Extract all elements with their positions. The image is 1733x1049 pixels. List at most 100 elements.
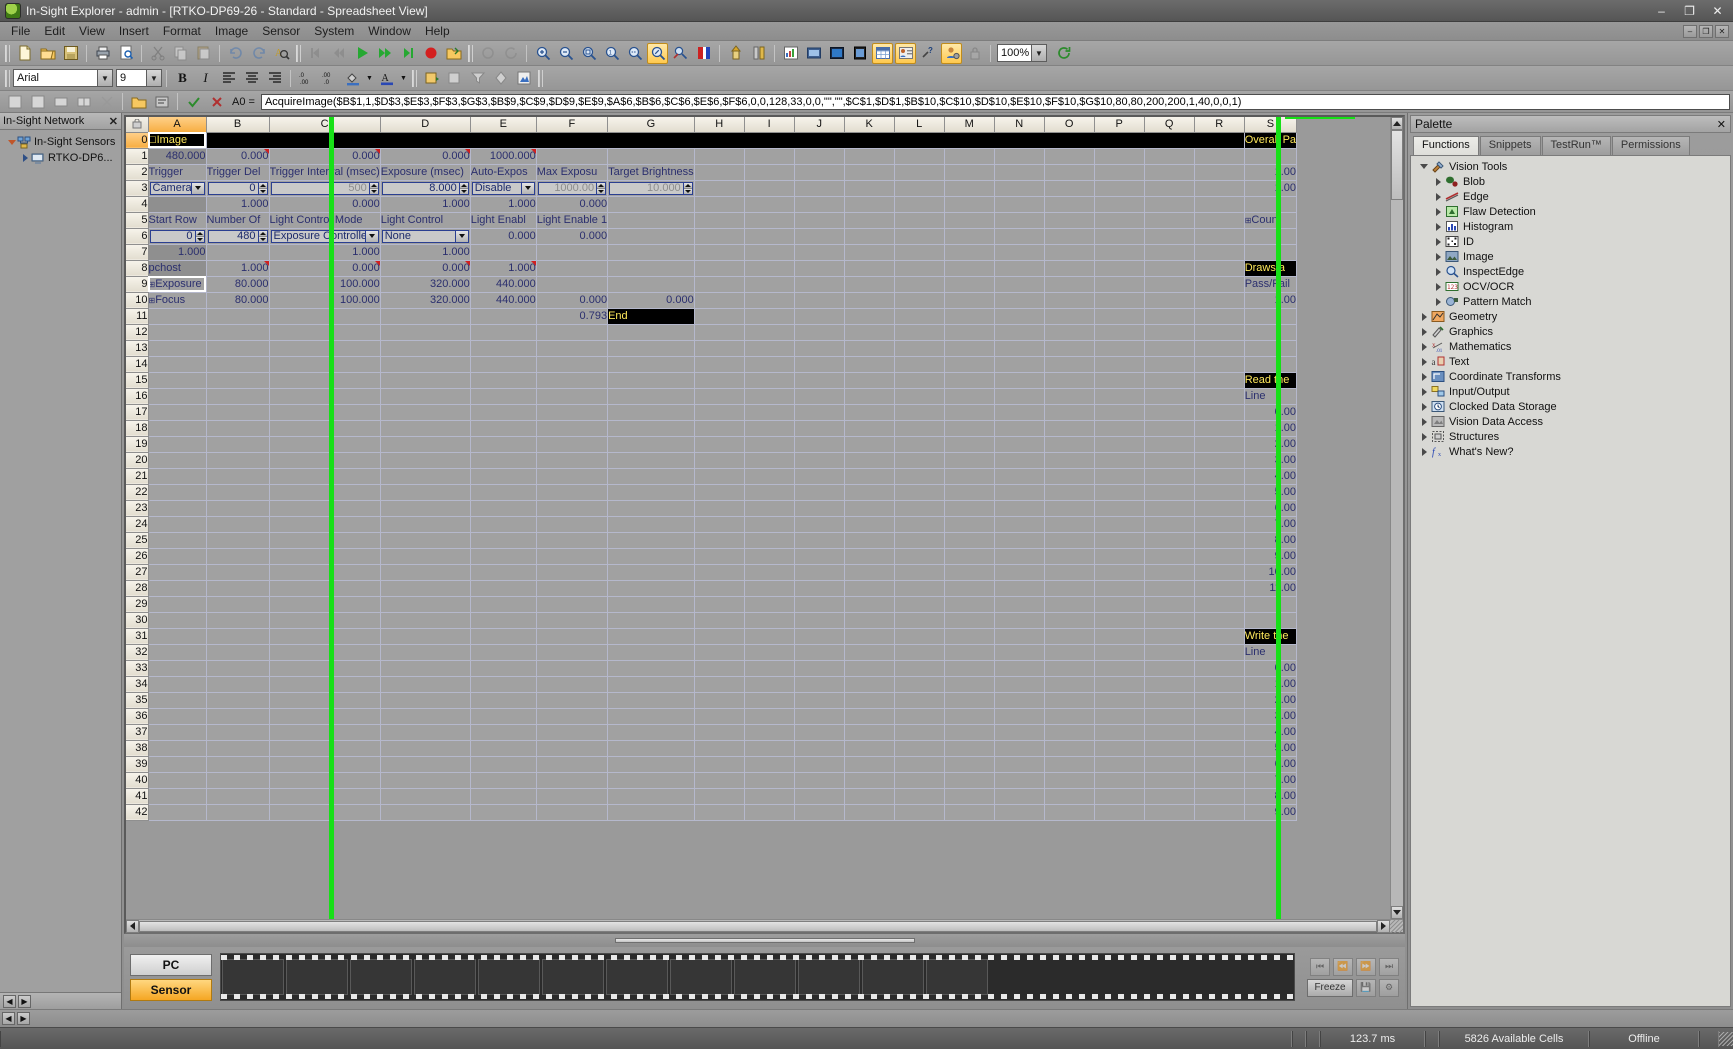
row-header-41[interactable]: 41 bbox=[126, 788, 149, 805]
grid-viewport[interactable]: A B C D E F G H I J K L M N O P Q R S 0 ☐Image Overall Pa 1 480… bbox=[126, 117, 1390, 919]
cell-q36[interactable] bbox=[1144, 708, 1195, 725]
cell-g4[interactable] bbox=[607, 196, 695, 213]
zoom-region-icon[interactable] bbox=[624, 43, 645, 64]
cell-b2[interactable]: Trigger Del bbox=[206, 164, 270, 181]
cell-o14[interactable] bbox=[1044, 356, 1095, 373]
cell-p32[interactable] bbox=[1094, 644, 1145, 661]
column-header-n[interactable]: N bbox=[994, 117, 1045, 133]
cell-e37[interactable] bbox=[470, 724, 537, 741]
table-row[interactable]: 32 Line bbox=[126, 644, 1298, 661]
cell-o39[interactable] bbox=[1044, 756, 1095, 773]
cell-p9[interactable] bbox=[1094, 276, 1145, 293]
cell-q33[interactable] bbox=[1144, 660, 1195, 677]
cell-o41[interactable] bbox=[1044, 788, 1095, 805]
cell-f21[interactable] bbox=[536, 468, 609, 485]
table-row[interactable]: 23 6.00 bbox=[126, 500, 1298, 517]
table-row[interactable]: 26 9.00 bbox=[126, 548, 1298, 565]
cell-a24[interactable] bbox=[148, 516, 207, 533]
cell-h33[interactable] bbox=[694, 660, 745, 677]
cell-p37[interactable] bbox=[1094, 724, 1145, 741]
table-row[interactable]: 10 ⊞Focus 80.000 100.000 320.000 440.000 0.000… bbox=[126, 292, 1298, 309]
cell-e20[interactable] bbox=[470, 452, 537, 469]
redo-icon[interactable] bbox=[248, 43, 269, 64]
print-icon[interactable] bbox=[92, 43, 113, 64]
cell-h35[interactable] bbox=[694, 692, 745, 709]
table-row[interactable]: 31 Write the bbox=[126, 628, 1298, 645]
cell-d12[interactable] bbox=[380, 324, 471, 341]
cell-r9[interactable] bbox=[1194, 276, 1245, 293]
cell-c1[interactable]: 0.000 bbox=[269, 148, 381, 165]
cell-n19[interactable] bbox=[994, 436, 1045, 453]
chevron-right-icon[interactable] bbox=[1417, 372, 1431, 381]
row-header-20[interactable]: 20 bbox=[126, 452, 149, 469]
cell-j4[interactable] bbox=[794, 196, 845, 213]
cell-i8[interactable] bbox=[744, 260, 795, 277]
cell-r18[interactable] bbox=[1194, 420, 1245, 437]
cell-q14[interactable] bbox=[1144, 356, 1195, 373]
cell-o26[interactable] bbox=[1044, 548, 1095, 565]
cell-e4[interactable]: 1.000 bbox=[470, 196, 537, 213]
cell-i27[interactable] bbox=[744, 564, 795, 581]
cell-o1[interactable] bbox=[1044, 148, 1095, 165]
cell-g12[interactable] bbox=[607, 324, 695, 341]
chevron-right-icon[interactable] bbox=[1431, 252, 1445, 261]
cell-c12[interactable] bbox=[269, 324, 381, 341]
filmstrip-track[interactable] bbox=[220, 953, 1295, 1001]
cell-i25[interactable] bbox=[744, 532, 795, 549]
row-header-4[interactable]: 4 bbox=[126, 196, 149, 213]
cell-a28[interactable] bbox=[148, 580, 207, 597]
cell-a14[interactable] bbox=[148, 356, 207, 373]
document-minimize-button[interactable]: – bbox=[1683, 24, 1697, 38]
cell-s24[interactable]: 7.00 bbox=[1244, 516, 1298, 533]
cell-l1[interactable] bbox=[894, 148, 945, 165]
cell-l33[interactable] bbox=[894, 660, 945, 677]
menu-item-view[interactable]: View bbox=[72, 22, 112, 40]
cell-d33[interactable] bbox=[380, 660, 471, 677]
cell-f14[interactable] bbox=[536, 356, 609, 373]
cell-p15[interactable] bbox=[1094, 372, 1145, 389]
palette-color-icon[interactable] bbox=[693, 43, 714, 64]
find-icon[interactable]: A bbox=[271, 43, 292, 64]
column-header-a[interactable]: A bbox=[148, 117, 207, 133]
cell-e25[interactable] bbox=[470, 532, 537, 549]
chevron-down-icon[interactable] bbox=[190, 182, 204, 194]
cell-s19[interactable]: 2.00 bbox=[1244, 436, 1298, 453]
cell-r30[interactable] bbox=[1194, 612, 1245, 629]
insert-function-icon[interactable] bbox=[421, 68, 442, 88]
cell-n20[interactable] bbox=[994, 452, 1045, 469]
cell-d36[interactable] bbox=[380, 708, 471, 725]
cell-q29[interactable] bbox=[1144, 596, 1195, 613]
cell-a11[interactable] bbox=[148, 308, 207, 325]
cell-o8[interactable] bbox=[1044, 260, 1095, 277]
cell-f27[interactable] bbox=[536, 564, 609, 581]
cell-b8[interactable]: 1.000 bbox=[206, 260, 270, 277]
cell-g22[interactable] bbox=[607, 484, 695, 501]
table-row[interactable]: 16 Line bbox=[126, 388, 1298, 405]
cell-s9[interactable]: Pass/Fail bbox=[1244, 276, 1298, 293]
insert-sheet-icon[interactable] bbox=[4, 92, 25, 112]
cell-o7[interactable] bbox=[1044, 244, 1095, 261]
cell-l31[interactable] bbox=[894, 628, 945, 645]
chevron-down-icon[interactable] bbox=[454, 230, 468, 242]
row-header-11[interactable]: 11 bbox=[126, 308, 149, 325]
cell-s11[interactable] bbox=[1244, 308, 1298, 325]
cell-b42[interactable] bbox=[206, 804, 270, 821]
spinner-control[interactable] bbox=[458, 182, 468, 194]
cell-m32[interactable] bbox=[944, 644, 995, 661]
cell-f40[interactable] bbox=[536, 772, 609, 789]
record-ring-icon[interactable] bbox=[477, 43, 498, 64]
cell-b10[interactable]: 80.000 bbox=[206, 292, 270, 309]
cell-k28[interactable] bbox=[844, 580, 895, 597]
table-row[interactable]: 21 4.00 bbox=[126, 468, 1298, 485]
cell-j27[interactable] bbox=[794, 564, 845, 581]
cell-n12[interactable] bbox=[994, 324, 1045, 341]
cell-c9[interactable]: 100.000 bbox=[269, 276, 381, 293]
italic-button[interactable]: I bbox=[195, 68, 216, 88]
cell-r17[interactable] bbox=[1194, 404, 1245, 421]
cell-l36[interactable] bbox=[894, 708, 945, 725]
cell-p16[interactable] bbox=[1094, 388, 1145, 405]
resize-grip[interactable] bbox=[1719, 1031, 1733, 1046]
cell-i34[interactable] bbox=[744, 676, 795, 693]
cell-k11[interactable] bbox=[844, 308, 895, 325]
cell-a35[interactable] bbox=[148, 692, 207, 709]
